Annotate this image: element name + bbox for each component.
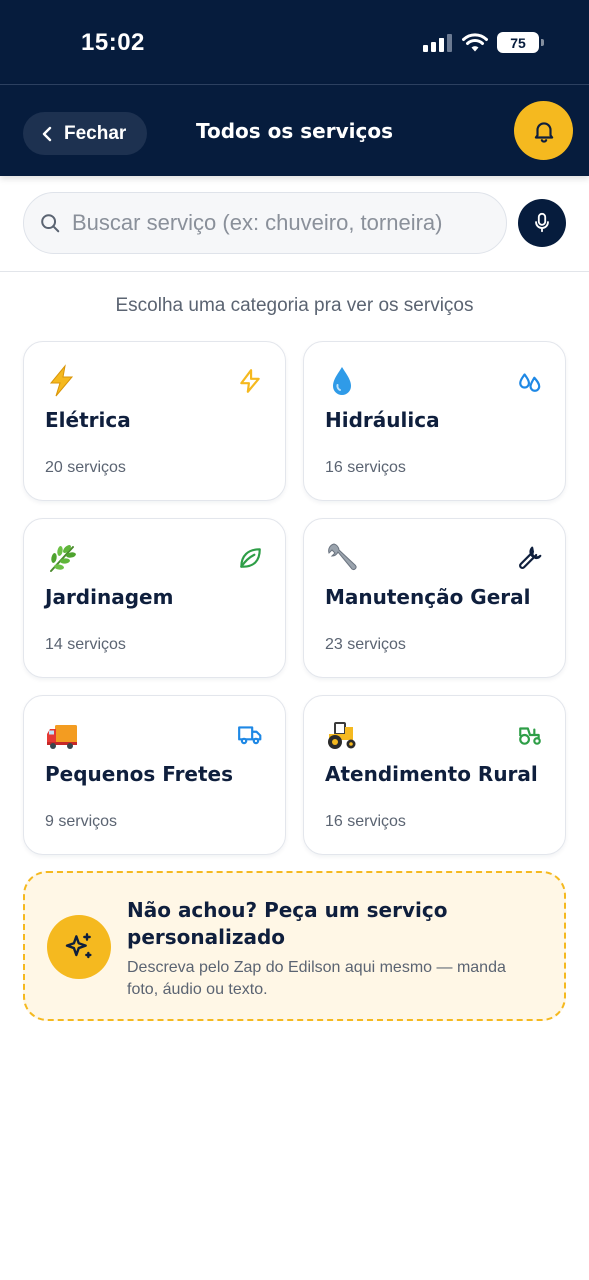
microphone-icon: [535, 212, 549, 233]
droplets-icon: [519, 373, 541, 392]
tractor-emoji-icon: [328, 722, 356, 749]
tractor-icon: [519, 727, 541, 745]
status-time: 15:02: [81, 29, 145, 56]
category-hint: Escolha uma categoria pra ver os serviço…: [115, 295, 474, 316]
sparkles-icon: [65, 933, 92, 959]
bell-icon: [534, 121, 553, 143]
category-title: Manutenção Geral: [325, 585, 531, 609]
category-title: Hidráulica: [325, 408, 440, 432]
herb-emoji-icon: [50, 545, 76, 572]
category-count: 20 serviços: [45, 459, 126, 476]
delivery-truck-emoji-icon: [47, 725, 77, 749]
custom-service-title: Não achou? Peça um serviço personalizado: [127, 898, 448, 949]
truck-icon: [238, 726, 262, 745]
high-voltage-emoji-icon: [49, 364, 74, 397]
category-title: Atendimento Rural: [325, 762, 538, 786]
category-grid: Elétrica 20 serviços Hidráulica 16 servi…: [23, 341, 566, 855]
category-card-pequenos-fretes[interactable]: Pequenos Fretes 9 serviços: [23, 695, 286, 855]
zap-icon: [240, 369, 260, 393]
sparkles-icon-badge: [47, 915, 111, 979]
category-title: Elétrica: [45, 408, 131, 432]
wrench-icon: [519, 546, 542, 569]
category-title: Jardinagem: [45, 585, 174, 609]
custom-service-description: Descreva pelo Zap do Edilson aqui mesmo …: [127, 959, 506, 998]
signal-icon: [423, 33, 452, 52]
search-icon: [41, 214, 60, 233]
notifications-button[interactable]: [514, 101, 573, 160]
status-bar: 15:02 75: [0, 0, 589, 84]
page-title: Todos os serviços: [196, 119, 393, 143]
custom-service-card[interactable]: Não achou? Peça um serviço personalizado…: [23, 871, 566, 1021]
category-card-manutencao-geral[interactable]: Manutenção Geral 23 serviços: [303, 518, 566, 678]
category-count: 9 serviços: [45, 813, 118, 830]
wrench-emoji-icon: [328, 543, 357, 570]
category-card-hidraulica[interactable]: Hidráulica 16 serviços: [303, 341, 566, 501]
voice-search-button[interactable]: [518, 199, 566, 247]
category-count: 16 serviços: [325, 459, 406, 476]
category-count: 14 serviços: [45, 636, 126, 653]
category-count: 23 serviços: [325, 636, 406, 653]
category-title: Pequenos Fretes: [45, 762, 234, 786]
app-header: Fechar Todos os serviços: [0, 84, 589, 176]
category-card-jardinagem[interactable]: Jardinagem 14 serviços: [23, 518, 286, 678]
leaf-icon: [240, 548, 261, 568]
search-input[interactable]: [72, 210, 462, 236]
search-box[interactable]: [23, 192, 507, 254]
status-icons: 75: [423, 32, 544, 53]
category-count: 16 serviços: [325, 813, 406, 830]
category-card-atendimento-rural[interactable]: Atendimento Rural 16 serviços: [303, 695, 566, 855]
search-section: [0, 176, 589, 272]
droplet-emoji-icon: [333, 367, 351, 395]
category-card-eletrica[interactable]: Elétrica 20 serviços: [23, 341, 286, 501]
battery-indicator: 75: [497, 32, 544, 53]
wifi-icon: [462, 32, 488, 51]
